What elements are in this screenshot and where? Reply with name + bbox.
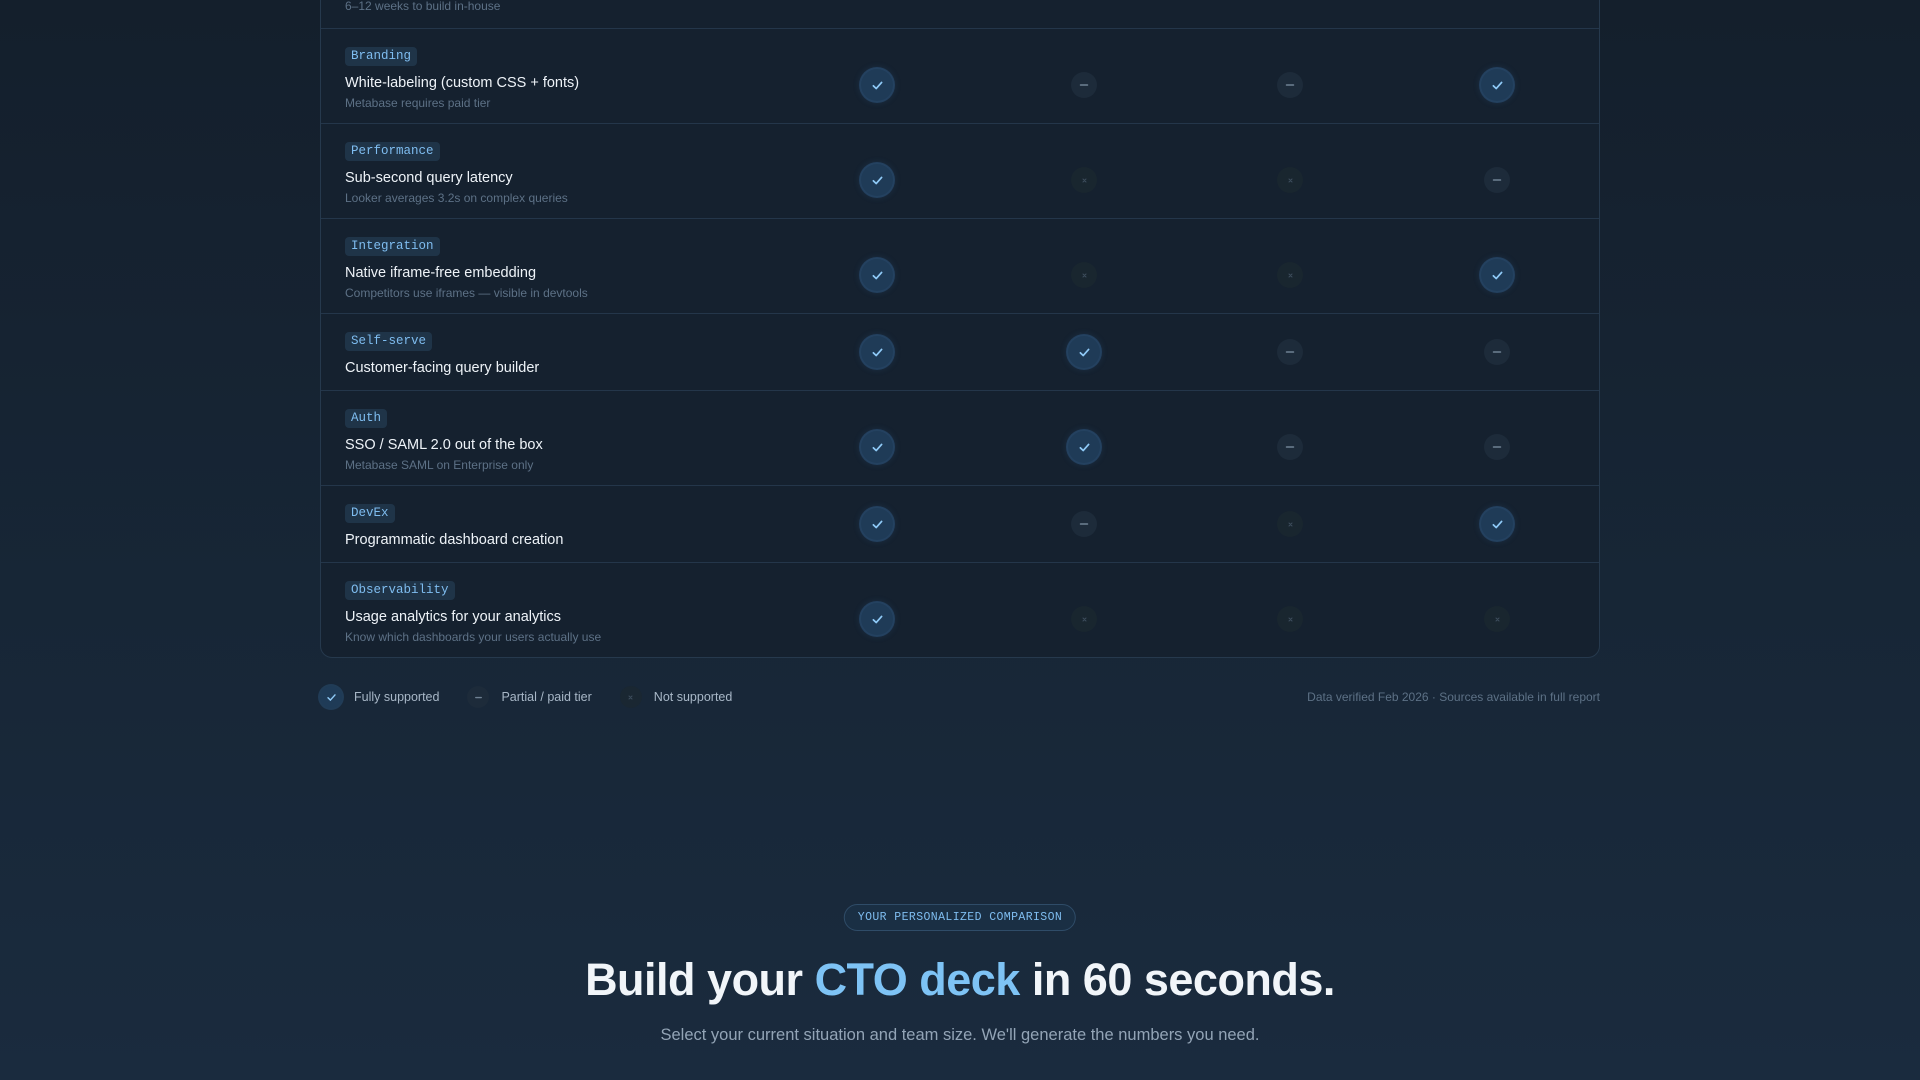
check-icon xyxy=(861,164,893,196)
table-row: Performance Sub-second query latency Loo… xyxy=(321,124,1599,219)
dash-icon xyxy=(467,686,490,708)
x-icon xyxy=(1277,511,1303,537)
check-icon xyxy=(1481,508,1513,540)
x-icon xyxy=(1071,167,1097,193)
x-icon xyxy=(1071,606,1097,632)
category-tag: DevEx xyxy=(345,504,395,523)
feature-note: Know which dashboards your users actuall… xyxy=(345,630,602,644)
category-tag: Performance xyxy=(345,142,440,161)
feature-title: Sub-second query latency xyxy=(345,170,513,186)
table-row: Integration Native iframe-free embedding… xyxy=(321,219,1599,314)
feature-title: Programmatic dashboard creation xyxy=(345,532,564,548)
table-row: Self-serve Customer-facing query builder xyxy=(321,314,1599,391)
legend: Fully supported Partial / paid tier Not … xyxy=(320,684,1600,710)
x-icon xyxy=(1277,262,1303,288)
check-icon xyxy=(861,69,893,101)
x-icon xyxy=(1071,262,1097,288)
headline-text-end: in 60 seconds. xyxy=(1019,954,1336,1005)
category-tag: Integration xyxy=(345,237,440,256)
x-icon xyxy=(619,686,642,708)
feature-cell: Branding White-labeling (custom CSS + fo… xyxy=(345,46,579,111)
table-row: Branding White-labeling (custom CSS + fo… xyxy=(321,29,1599,124)
feature-note: Metabase requires paid tier xyxy=(345,96,491,110)
legend-item-full: Fully supported xyxy=(320,686,439,708)
check-icon xyxy=(1068,336,1100,368)
legend-item-partial: Partial / paid tier xyxy=(467,686,592,708)
cta-headline: Build your CTO deck in 60 seconds. xyxy=(0,952,1920,1008)
x-icon xyxy=(1277,167,1303,193)
data-verified-note: Data verified Feb 2026 · Sources availab… xyxy=(1307,690,1600,704)
feature-cell: Integration Native iframe-free embedding… xyxy=(345,236,588,301)
feature-cell: DevEx Programmatic dashboard creation xyxy=(345,503,563,549)
dash-icon xyxy=(1484,167,1510,193)
x-icon xyxy=(1277,606,1303,632)
category-tag: Branding xyxy=(345,47,418,66)
table-row: DevEx Programmatic dashboard creation xyxy=(321,486,1599,563)
check-icon xyxy=(861,603,893,635)
dash-icon xyxy=(1277,434,1303,460)
check-icon xyxy=(1068,431,1100,463)
legend-label: Partial / paid tier xyxy=(501,690,592,704)
feature-note: Looker averages 3.2s on complex queries xyxy=(345,191,568,205)
category-tag: Observability xyxy=(345,581,455,600)
feature-cell: 6–12 weeks to build in-house xyxy=(345,0,500,14)
feature-cell: Auth SSO / SAML 2.0 out of the box Metab… xyxy=(345,408,543,473)
check-icon xyxy=(861,431,893,463)
category-tag: Self-serve xyxy=(345,332,433,351)
legend-label: Not supported xyxy=(653,690,733,704)
feature-cell: Self-serve Customer-facing query builder xyxy=(345,331,539,377)
dash-icon xyxy=(1277,339,1303,365)
table-row: Auth SSO / SAML 2.0 out of the box Metab… xyxy=(321,391,1599,486)
page: 6–12 weeks to build in-house Branding Wh… xyxy=(0,0,1920,1080)
feature-cell: Observability Usage analytics for your a… xyxy=(345,580,601,645)
dash-icon xyxy=(1071,72,1097,98)
check-icon xyxy=(861,336,893,368)
category-tag: Auth xyxy=(345,409,388,428)
headline-text: Build your xyxy=(585,954,815,1005)
cta-subline: Select your current situation and team s… xyxy=(660,1026,1260,1044)
legend-label: Fully supported xyxy=(354,690,440,704)
check-icon xyxy=(861,259,893,291)
check-icon xyxy=(861,508,893,540)
dash-icon xyxy=(1071,511,1097,537)
dash-icon xyxy=(1484,434,1510,460)
feature-title: Customer-facing query builder xyxy=(345,360,540,376)
feature-cell: Performance Sub-second query latency Loo… xyxy=(345,141,568,206)
feature-title: Native iframe-free embedding xyxy=(345,265,537,281)
feature-title: Usage analytics for your analytics xyxy=(345,609,561,625)
section-eyebrow-badge: YOUR PERSONALIZED COMPARISON xyxy=(843,904,1077,931)
feature-note: Metabase SAML on Enterprise only xyxy=(345,458,534,472)
check-icon xyxy=(1481,259,1513,291)
feature-title: White-labeling (custom CSS + fonts) xyxy=(345,75,580,91)
legend-item-none: Not supported xyxy=(619,686,733,708)
table-row: 6–12 weeks to build in-house xyxy=(321,0,1599,29)
dash-icon xyxy=(1277,72,1303,98)
feature-note: 6–12 weeks to build in-house xyxy=(345,0,501,13)
comparison-table: 6–12 weeks to build in-house Branding Wh… xyxy=(320,0,1600,658)
table-row: Observability Usage analytics for your a… xyxy=(321,563,1599,657)
feature-title: SSO / SAML 2.0 out of the box xyxy=(345,437,543,453)
check-icon xyxy=(1481,69,1513,101)
feature-note: Competitors use iframes — visible in dev… xyxy=(345,286,588,300)
x-icon xyxy=(1484,606,1510,632)
check-icon xyxy=(320,686,342,708)
headline-accent: CTO deck xyxy=(814,954,1021,1005)
dash-icon xyxy=(1484,339,1510,365)
